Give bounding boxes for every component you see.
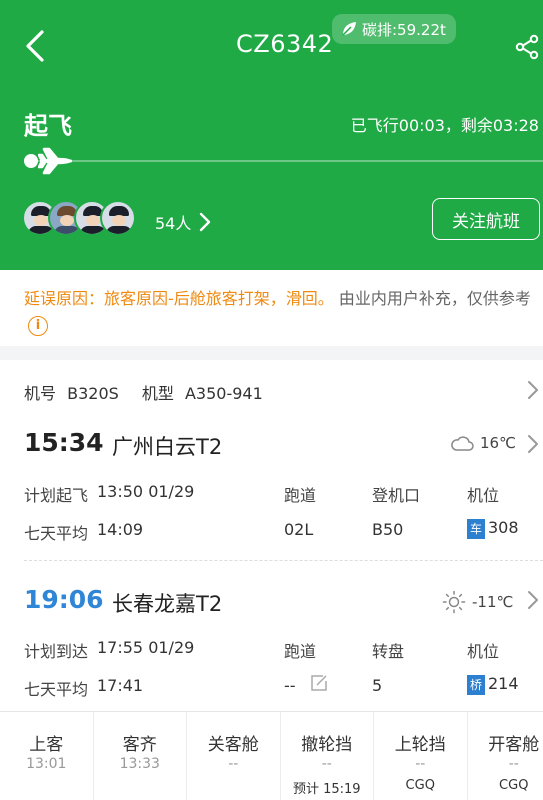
departure-weather[interactable]: 16℃ — [450, 434, 516, 452]
chevron-right-icon[interactable] — [527, 434, 539, 454]
step-remove-chocks[interactable]: 撤轮挡 -- 预计 15:19 — [281, 712, 374, 800]
chevron-right-icon — [200, 212, 211, 232]
avatar — [100, 200, 136, 236]
step-boarding[interactable]: 上客 13:01 — [0, 712, 94, 800]
delay-note: 由业内用户补充，仅供参考 — [338, 289, 531, 308]
passenger-count: 54人 — [155, 214, 192, 233]
arrival-weather[interactable]: -11℃ — [442, 590, 513, 614]
elapsed-time: 已飞行00:03，剩余03:28 — [350, 116, 539, 135]
seven-day-avg-label: 七天平均 — [24, 524, 89, 543]
planned-arrival-value: 17:55 01/29 — [97, 638, 195, 657]
stand-type-tag: 桥 — [467, 674, 485, 695]
departure-time: 15:34 — [24, 428, 104, 457]
stand-type-tag: 车 — [467, 518, 485, 539]
cloud-icon — [451, 436, 474, 451]
gate-label: 登机口 — [372, 486, 421, 505]
edit-icon[interactable] — [309, 673, 329, 693]
arrival-airport: 长春龙嘉T2 — [112, 592, 223, 616]
progress-track — [30, 160, 543, 162]
runway-label: 跑道 — [284, 486, 317, 505]
dashed-divider — [24, 560, 543, 561]
arrival-time: 19:06 — [24, 585, 104, 614]
seven-day-avg-value: 17:41 — [97, 676, 144, 695]
delay-reason-section: 延误原因：旅客原因-后舱旅客打架，滑回。 由业内用户补充，仅供参考 i — [0, 270, 543, 346]
info-icon[interactable]: i — [28, 315, 48, 336]
seven-day-avg-value: 14:09 — [97, 520, 144, 539]
flight-header: CZ6342 碳排:59.22t 起飞 已飞行00:03，剩余03:28 54人… — [0, 0, 543, 270]
section-divider — [0, 346, 543, 360]
flight-number: CZ6342 — [236, 30, 334, 58]
chevron-right-icon[interactable] — [527, 590, 539, 610]
aircraft-info[interactable]: 机号 B320S 机型 A350-941 — [24, 380, 269, 404]
stand-value: 桥 214 — [467, 674, 519, 695]
departure-temperature: 16℃ — [480, 434, 516, 452]
step-close-cabin[interactable]: 关客舱 -- — [187, 712, 281, 800]
passenger-count-link[interactable]: 54人 — [155, 210, 211, 234]
runway-label: 跑道 — [284, 642, 317, 661]
sun-icon — [442, 590, 466, 614]
registration-label: 机号 — [24, 384, 57, 403]
stand-number: 308 — [488, 518, 519, 537]
aircraft-type-value: A350-941 — [184, 384, 263, 403]
carbon-badge[interactable]: 碳排:59.22t — [332, 14, 456, 44]
carousel-value: 5 — [372, 676, 383, 695]
aircraft-type-label: 机型 — [141, 384, 174, 403]
airplane-icon — [38, 147, 72, 175]
stand-label: 机位 — [467, 486, 500, 505]
step-place-chocks[interactable]: 上轮挡 -- CGQ — [374, 712, 468, 800]
ground-process-steps: 上客 13:01 客齐 13:33 关客舱 -- 撤轮挡 -- 预计 15:19… — [0, 712, 543, 800]
planned-arrival-label: 计划到达 — [24, 642, 89, 661]
stand-value: 车 308 — [467, 518, 519, 539]
delay-reason: 延误原因：旅客原因-后舱旅客打架，滑回。 — [24, 289, 334, 308]
departure-airport: 广州白云T2 — [112, 435, 223, 459]
carousel-label: 转盘 — [372, 642, 405, 661]
carbon-value: 碳排:59.22t — [362, 20, 446, 39]
progress-origin-dot — [24, 154, 38, 168]
chevron-right-icon[interactable] — [527, 380, 539, 400]
arrival-temperature: -11℃ — [472, 593, 514, 611]
back-arrow-icon[interactable] — [22, 28, 50, 64]
planned-departure-value: 13:50 01/29 — [97, 482, 195, 501]
stand-number: 214 — [488, 674, 519, 693]
step-boarding-complete[interactable]: 客齐 13:33 — [94, 712, 187, 800]
planned-departure-label: 计划起飞 — [24, 486, 89, 505]
runway-value: 02L — [284, 520, 314, 539]
stand-label: 机位 — [467, 642, 500, 661]
follow-flight-button[interactable]: 关注航班 — [432, 198, 540, 240]
runway-value: -- — [284, 676, 296, 695]
registration-value: B320S — [67, 384, 119, 403]
crew-avatars[interactable] — [22, 200, 136, 236]
seven-day-avg-label: 七天平均 — [24, 680, 89, 699]
gate-value: B50 — [372, 520, 404, 539]
share-icon[interactable] — [514, 34, 540, 60]
flight-status: 起飞 — [24, 112, 72, 140]
leaf-icon — [342, 22, 356, 36]
step-open-cabin[interactable]: 开客舱 -- CGQ — [468, 712, 543, 800]
